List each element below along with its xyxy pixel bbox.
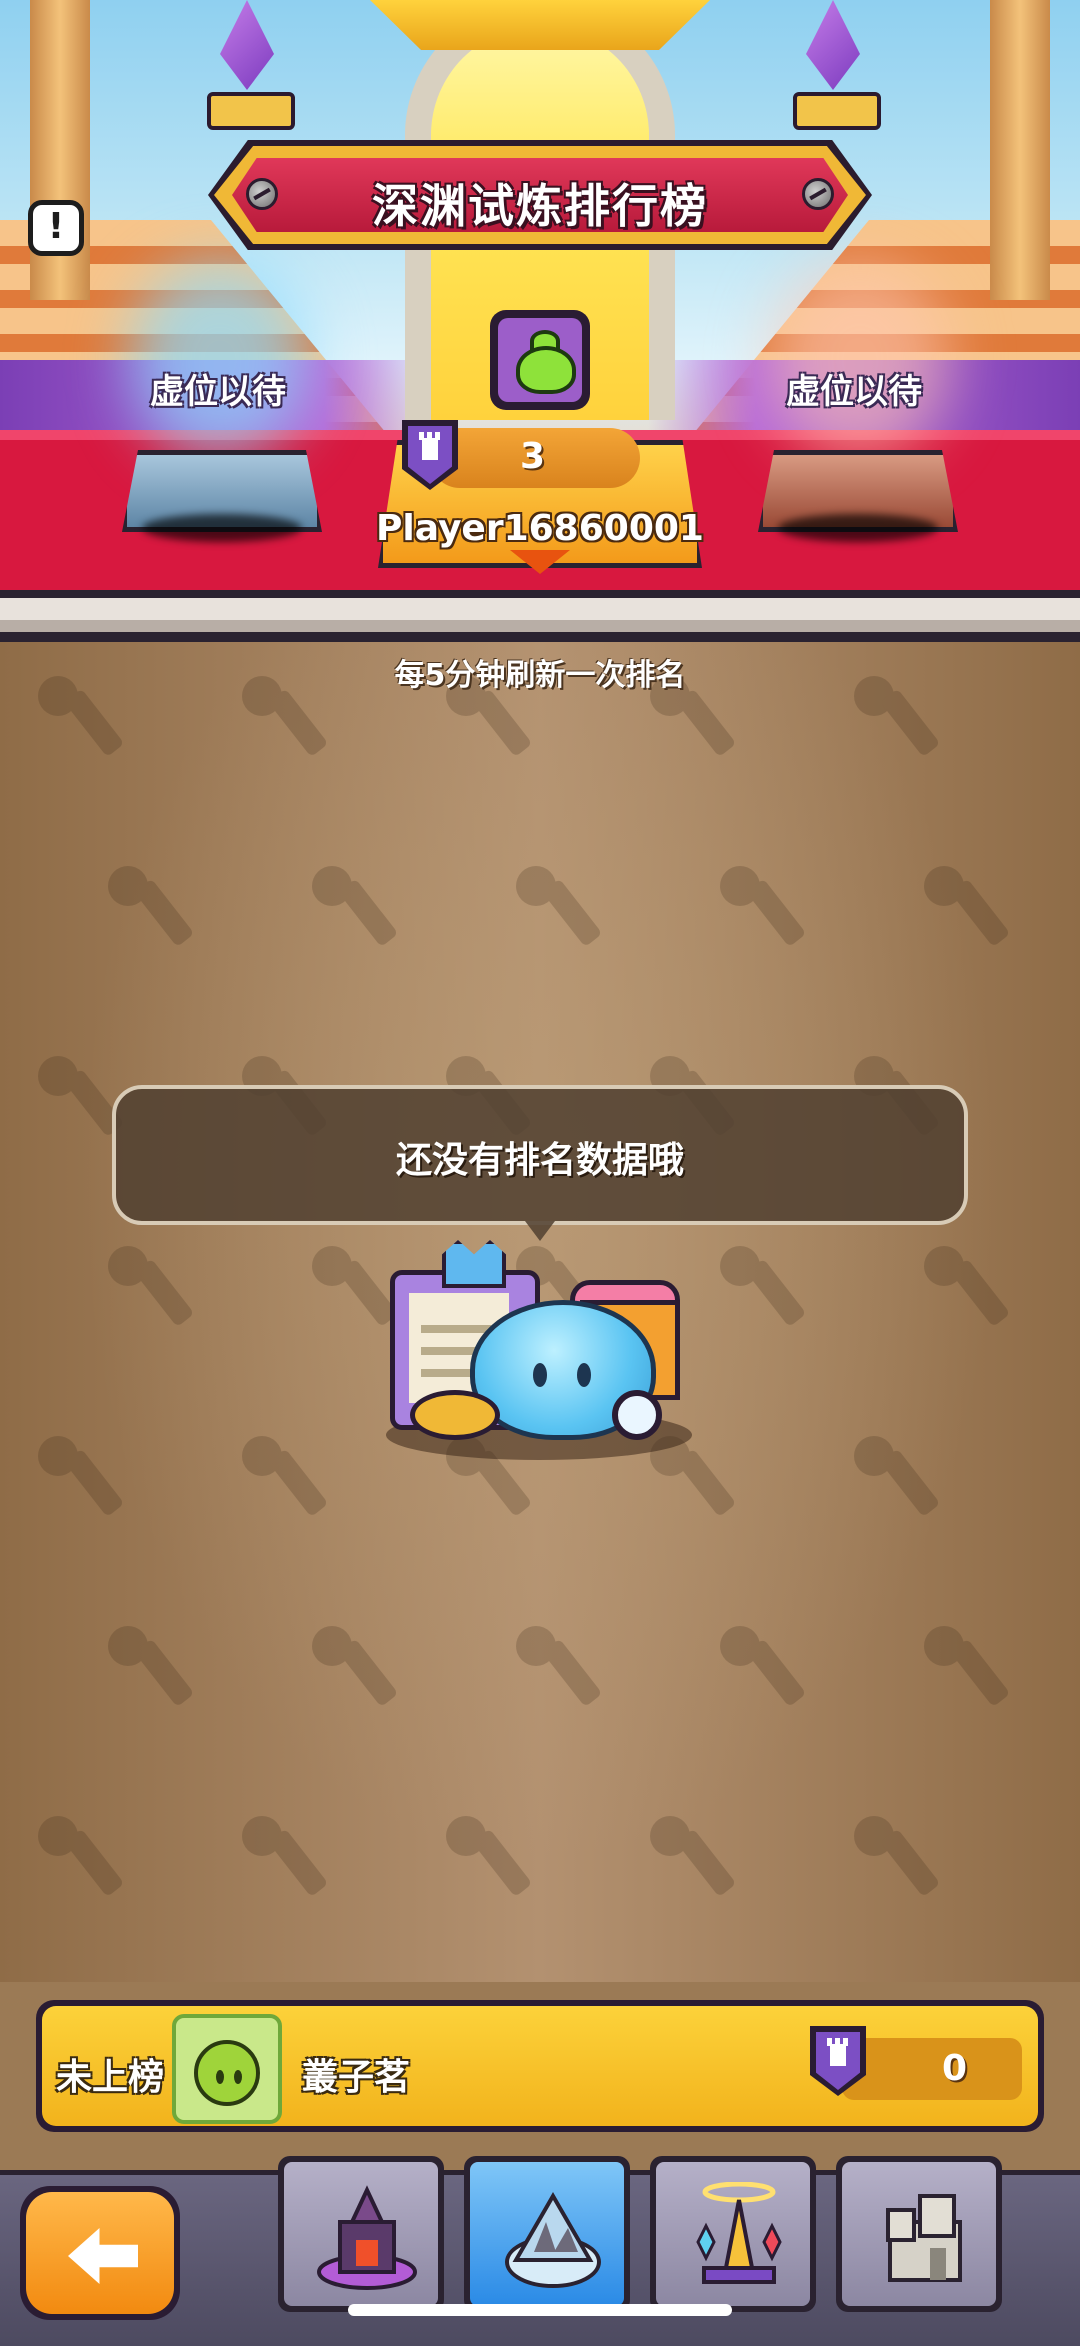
arch-crown [370,0,710,50]
green-cactus-avatar-icon [194,2040,260,2106]
empty-state-message: 还没有排名数据哦 [395,1140,684,1181]
lamp-right [793,92,881,130]
top-player-score: 3 [520,436,546,477]
microphone-watermark-icon [712,1240,812,1340]
top-player-name[interactable]: Player16860001 [330,508,750,549]
microphone-watermark-icon [712,860,812,960]
glow-left [130,260,310,460]
green-slime-icon [516,346,576,394]
lamp-left [207,92,295,130]
home-indicator[interactable] [348,2304,732,2316]
tab-stone-castle[interactable] [836,2156,1002,2312]
podium-left-label: 虚位以待 [150,372,286,412]
microphone-watermark-icon [508,860,608,960]
exclamation-icon: ! [47,206,65,247]
glow-right [770,260,950,460]
microphone-watermark-icon [100,1620,200,1720]
crystal-right-icon [806,0,860,90]
lava-tower-icon [317,2185,417,2290]
info-button[interactable]: ! [28,200,84,256]
tab-ice-mountain[interactable] [464,2156,630,2312]
microphone-watermark-icon [304,1620,404,1720]
crystal-left-icon [220,0,274,90]
microphone-watermark-icon [846,1810,946,1910]
refresh-note: 每5分钟刷新一次排名 [394,658,686,693]
stone-divider [0,590,1080,642]
ice-mountain-icon [505,2192,601,2288]
tab-lava-tower[interactable] [278,2156,444,2312]
microphone-watermark-icon [846,1430,946,1530]
microphone-watermark-icon [234,1810,334,1910]
microphone-watermark-icon [438,1810,538,1910]
empty-state-bubble: 还没有排名数据哦 [112,1085,968,1225]
microphone-watermark-icon [100,1240,200,1340]
golden-tower-icon [696,2182,782,2284]
blue-slime-mascot-icon [380,1240,700,1460]
microphone-watermark-icon [30,1430,130,1530]
page-title: 深渊试炼排行榜 [372,179,708,233]
microphone-watermark-icon [916,1620,1016,1720]
microphone-watermark-icon [642,1810,742,1910]
microphone-watermark-icon [100,860,200,960]
tab-golden-tower[interactable] [650,2156,816,2312]
my-score-pill: 0 [842,2038,1022,2100]
microphone-watermark-icon [712,1620,812,1720]
podium-right-label: 虚位以待 [786,372,922,412]
my-avatar[interactable] [172,2014,282,2124]
top-player-avatar[interactable] [490,310,590,410]
microphone-watermark-icon [916,1240,1016,1340]
back-button[interactable] [20,2186,180,2320]
my-rank-status: 未上榜 [56,2057,165,2098]
podium-right [758,450,958,550]
my-rank-bar[interactable]: 未上榜 叢子茗 0 [36,2000,1044,2132]
microphone-watermark-icon [304,860,404,960]
stone-castle-icon [886,2194,962,2282]
pillar-right [990,0,1050,300]
microphone-watermark-icon [30,1810,130,1910]
my-score: 0 [942,2048,968,2089]
podium-left [122,450,322,550]
top-player-score-pill: 3 [430,428,640,488]
arrow-left-icon [68,2228,138,2284]
microphone-watermark-icon [916,860,1016,960]
microphone-watermark-icon [508,1620,608,1720]
microphone-watermark-icon [234,1430,334,1530]
my-player-name: 叢子茗 [302,2057,411,2098]
title-banner: 深渊试炼排行榜 [208,140,872,250]
